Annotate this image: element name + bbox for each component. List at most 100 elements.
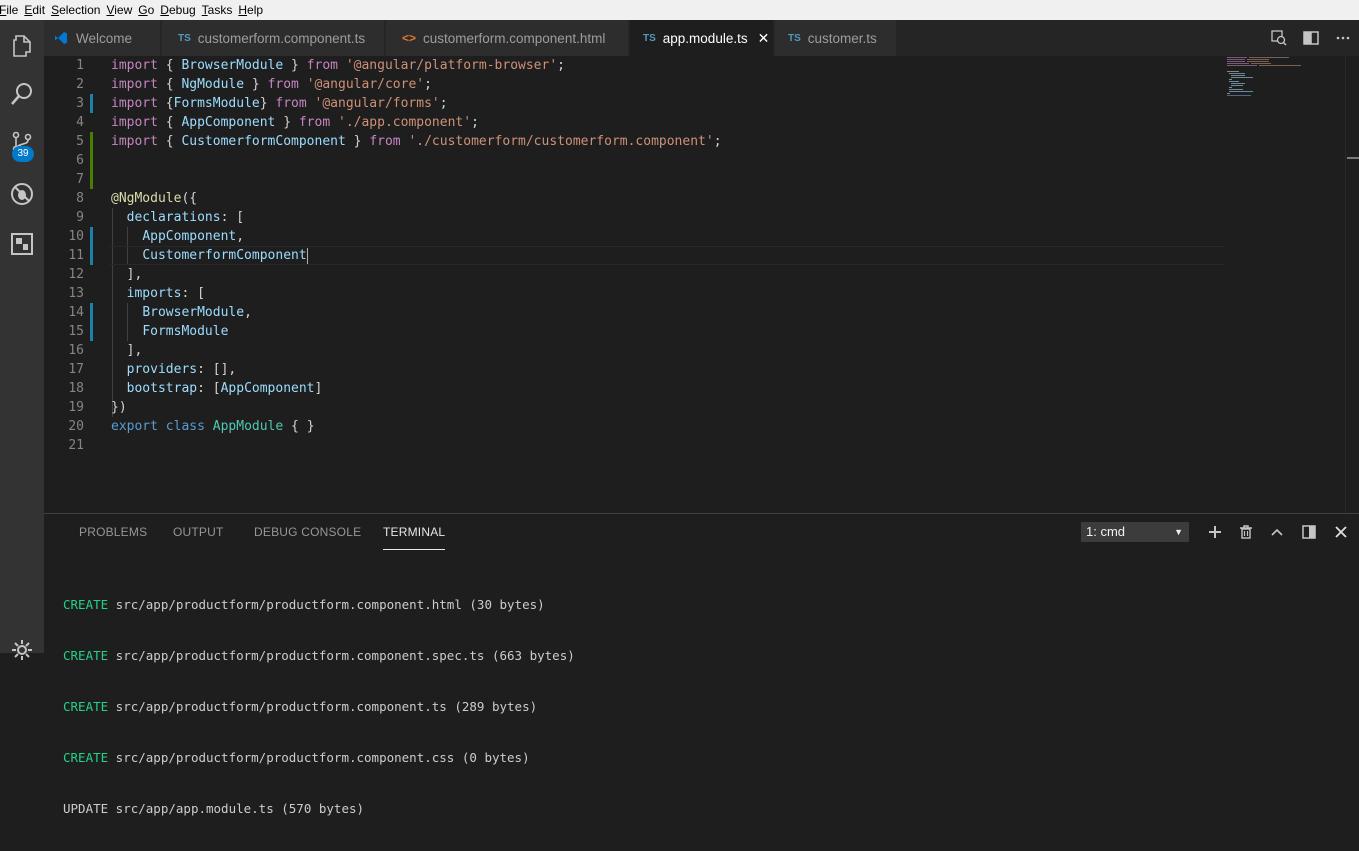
tab-app-module[interactable]: TS app.module.ts ✕ (630, 20, 774, 56)
split-terminal-icon[interactable] (1299, 522, 1319, 542)
code-line: 9 declarations: [ (44, 208, 1225, 227)
chevron-up-icon[interactable] (1267, 522, 1287, 542)
tab-label: customer.ts (807, 30, 877, 46)
code-editor[interactable]: 1 import { BrowserModule } from '@angular… (44, 56, 1359, 513)
more-actions-icon[interactable] (1327, 20, 1359, 56)
code-text: AppComponent, (142, 229, 245, 244)
tab-label: Welcome (76, 30, 133, 46)
debug-icon[interactable] (0, 172, 44, 216)
code-line: 19}) (44, 398, 1225, 417)
gear-icon[interactable] (0, 628, 44, 672)
code-text: import { BrowserModule } from '@angular/… (111, 58, 565, 73)
line-number: 11 (68, 248, 84, 263)
tab-debug-console[interactable]: DEBUG CONSOLE (254, 514, 361, 550)
code-text: import { AppComponent } from './app.comp… (111, 115, 479, 130)
scrollbar-cursor-marker (1347, 157, 1359, 159)
open-changes-icon[interactable] (1263, 20, 1295, 56)
typescript-icon: TS (178, 32, 191, 44)
menu-tasks[interactable]: Tasks (202, 3, 239, 17)
terminal-line: CREATE src/app/productform/productform.c… (63, 648, 575, 663)
tab-problems[interactable]: PROBLEMS (79, 514, 147, 550)
tab-customerform-ts[interactable]: TS customerform.component.ts (162, 20, 385, 56)
line-number: 10 (68, 229, 84, 244)
menu-view[interactable]: View (106, 3, 138, 17)
editor-scrollbar[interactable] (1345, 56, 1359, 513)
typescript-icon: TS (643, 32, 656, 44)
tab-customerform-html[interactable]: <> customerform.component.html (386, 20, 629, 56)
terminal-select[interactable]: 1: cmd ▼ (1081, 522, 1189, 542)
new-terminal-icon[interactable] (1205, 522, 1225, 542)
line-number: 6 (76, 153, 84, 168)
code-text: ], (111, 343, 143, 358)
code-text: declarations: [ (126, 210, 245, 225)
terminal-output[interactable]: CREATE src/app/productform/productform.c… (63, 562, 575, 851)
code-line: 20 export class AppModule { } (44, 417, 1225, 436)
code-line: 6 (44, 151, 1225, 170)
tab-label: customerform.component.html (423, 30, 606, 46)
code-text: CustomerformComponent (142, 247, 308, 264)
code-line: 10 AppComponent, (44, 227, 1225, 246)
code-line: 4 import { AppComponent } from './app.com… (44, 113, 1225, 132)
code-line: 13 imports: [ (44, 284, 1225, 303)
code-text: import { CustomerformComponent } from '.… (111, 134, 722, 149)
code-line: 12 ], (44, 265, 1225, 284)
menu-debug[interactable]: Debug (160, 3, 201, 17)
menu-help[interactable]: Help (238, 3, 269, 17)
line-number: 20 (68, 419, 84, 434)
menu-file-rest: ile (6, 3, 19, 17)
menu-file[interactable]: File (0, 3, 24, 17)
terminal-line: CREATE src/app/productform/productform.c… (63, 699, 538, 714)
line-number: 7 (76, 172, 84, 187)
code-text: FormsModule (142, 324, 229, 339)
code-line: 15 FormsModule (44, 322, 1225, 341)
tab-welcome[interactable]: Welcome (44, 20, 161, 56)
code-text: ], (111, 267, 143, 282)
menu-edit[interactable]: Edit (24, 3, 51, 17)
line-number: 1 (76, 58, 84, 73)
trash-icon[interactable] (1236, 522, 1256, 542)
html-icon: <> (402, 31, 417, 45)
line-number: 12 (68, 267, 84, 282)
menu-go[interactable]: Go (138, 3, 160, 17)
split-editor-icon[interactable] (1295, 20, 1327, 56)
line-number: 19 (68, 400, 84, 415)
line-number: 5 (76, 134, 84, 149)
text-cursor (306, 247, 308, 264)
code-line: 17 providers: [], (44, 360, 1225, 379)
scm-badge: 39 (12, 146, 34, 162)
line-number: 18 (68, 381, 84, 396)
tab-label: customerform.component.ts (197, 30, 366, 46)
code-text: providers: [], (126, 362, 237, 377)
tab-label: app.module.ts (662, 30, 748, 46)
tab-customer-ts[interactable]: TS customer.ts (775, 20, 897, 56)
close-panel-icon[interactable] (1331, 522, 1351, 542)
minimap[interactable] (1225, 56, 1345, 513)
menu-selection[interactable]: Selection (51, 3, 106, 17)
line-number: 16 (68, 343, 84, 358)
code-text: export class AppModule { } (111, 419, 315, 434)
extensions-icon[interactable] (0, 222, 44, 266)
line-number: 14 (68, 305, 84, 320)
code-line: 3 import {FormsModule} from '@angular/for… (44, 94, 1225, 113)
close-icon[interactable]: ✕ (758, 30, 770, 47)
code-line: 7 (44, 170, 1225, 189)
vscode-icon (54, 31, 68, 45)
line-number: 13 (68, 286, 84, 301)
code-text: }) (111, 400, 127, 415)
editor-tab-bar: Welcome TS customerform.component.ts <> … (44, 20, 1359, 56)
terminal-line: CREATE src/app/productform/productform.c… (63, 597, 545, 612)
line-number: 9 (76, 210, 84, 225)
code-line: 21 (44, 436, 1225, 455)
editor-actions (1263, 20, 1359, 56)
minimap-preview (1227, 57, 1301, 96)
code-text: bootstrap: [AppComponent] (126, 381, 323, 396)
tab-output[interactable]: OUTPUT (173, 514, 224, 550)
line-number: 2 (76, 77, 84, 92)
tab-terminal[interactable]: TERMINAL (383, 514, 446, 550)
search-icon[interactable] (0, 72, 44, 116)
code-text: @NgModule({ (111, 191, 198, 206)
code-text: imports: [ (126, 286, 205, 301)
line-number: 15 (68, 324, 84, 339)
terminal-line: CREATE src/app/productform/productform.c… (63, 750, 530, 765)
explorer-icon[interactable] (0, 24, 44, 68)
